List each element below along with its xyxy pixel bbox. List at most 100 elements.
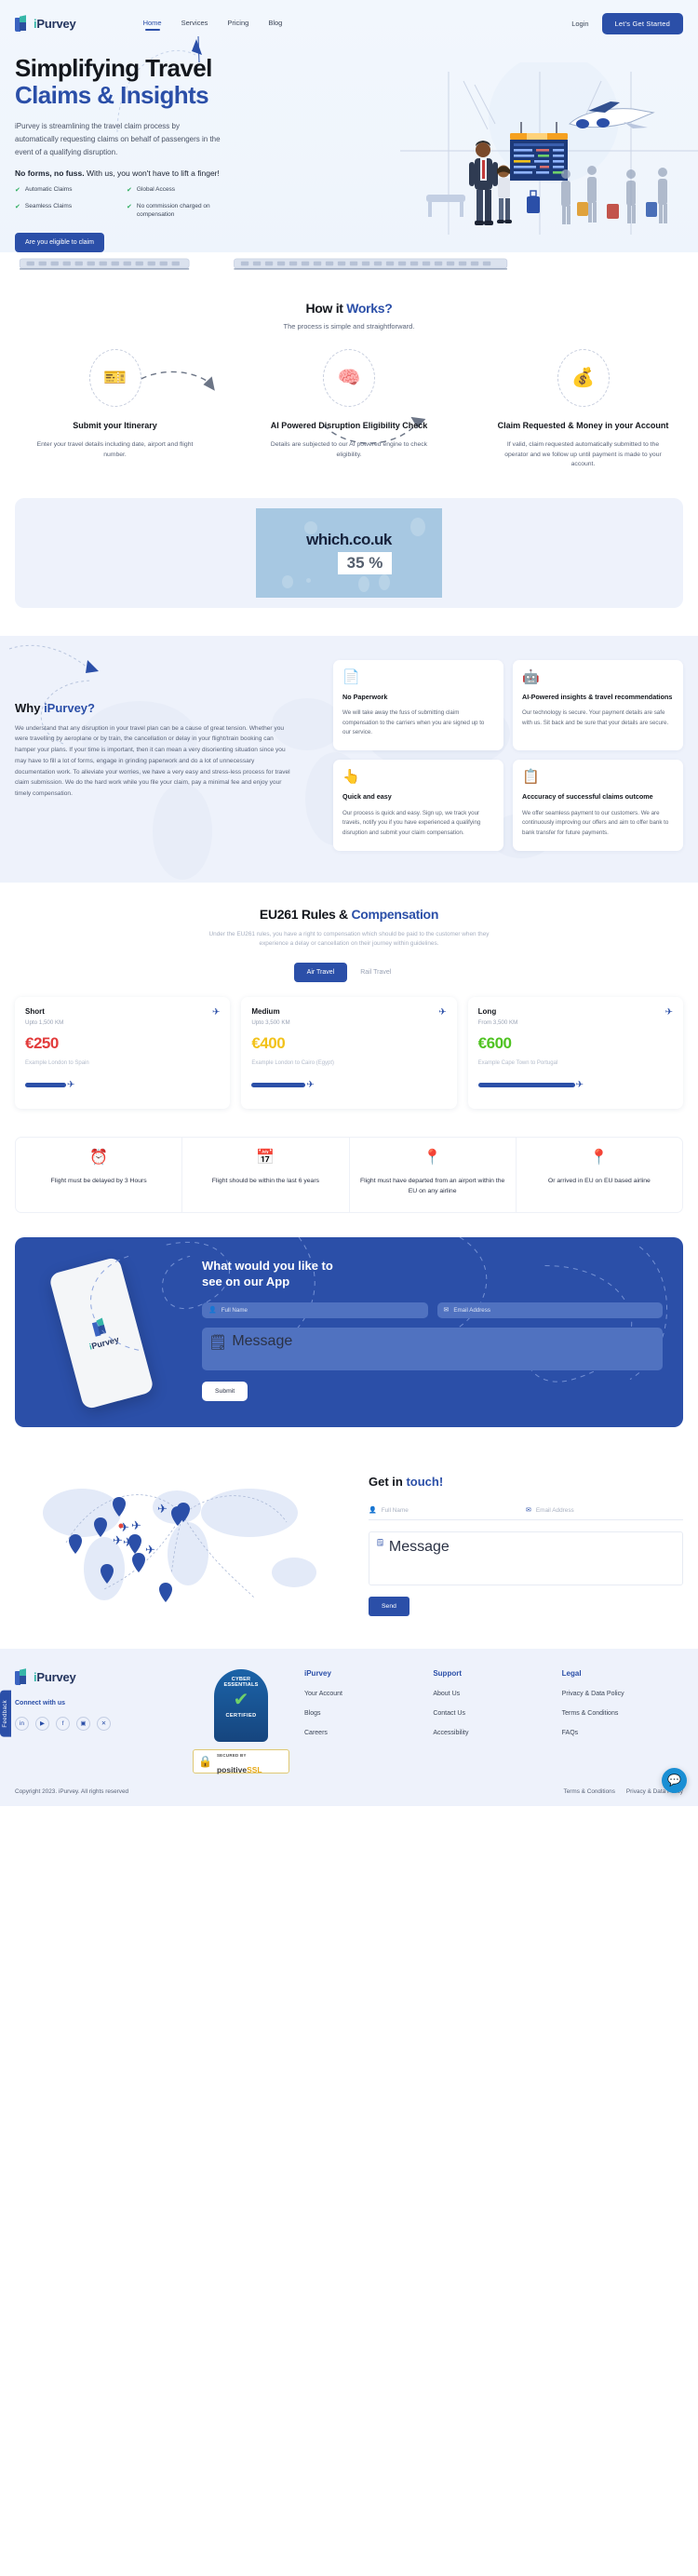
pointing-hand-icon: 👆 [342,769,360,786]
footer-link-faqs[interactable]: FAQs [562,1730,683,1736]
contact-name-field[interactable]: 👤 Full Name [369,1502,526,1520]
step-title: AI Powered Disruption Eligibility Check [270,421,428,430]
svg-text:✈: ✈ [157,1502,168,1516]
bottom-link-terms[interactable]: Terms & Conditions [564,1788,615,1795]
footer-link-privacy-policy[interactable]: Privacy & Data Policy [562,1691,683,1697]
footer-badges: CYBER ESSENTIALS ✔ CERTIFIED 🔒 SECURED B… [185,1668,297,1774]
app-heading-line1: What would you like to [202,1258,333,1273]
hero-feature-item: ✔ Seamless Claims [15,203,127,220]
bubble-decoration-icon [379,573,390,590]
compensation-cards: Short Upto 1,500 KM ✈ €250 Example Londo… [15,997,683,1109]
app-email-field[interactable]: ✉ Email Address [436,1301,663,1318]
price-distance: Upto 3,500 KM [251,1019,290,1027]
facebook-icon[interactable]: f [56,1716,70,1731]
stat-banner: which.co.uk 35 % [15,497,683,608]
check-icon: ✔ [127,187,132,195]
app-name-field[interactable]: 👤 Full Name [202,1301,428,1318]
stat-banner-wrapper: which.co.uk 35 % [0,494,698,636]
footer-link-accessibility[interactable]: Accessibility [433,1730,554,1736]
why-copy: Why iPurvey? We understand that any disr… [15,660,322,851]
why-card-title: Acccuracy of successful claims outcome [522,792,653,802]
step-icon-circle: 🎫 [88,349,141,407]
hero-title-line1: Simplifying Travel [15,54,212,82]
footer-link-blogs[interactable]: Blogs [304,1710,425,1717]
login-link[interactable]: Login [571,20,588,28]
cyber-badge-line2: ESSENTIALS [223,1682,259,1689]
nav-links: Home Services Pricing Blog [143,19,283,30]
app-submit-button[interactable]: Submit [202,1381,248,1401]
hero-feature-label: Global Access [136,186,176,194]
why-card: 👆 Quick and easy Our process is quick an… [333,760,503,851]
eu261-subtitle: Under the EU261 rules, you have a right … [208,930,490,948]
nav-item-home[interactable]: Home [143,19,162,30]
tab-rail-travel[interactable]: Rail Travel [347,963,404,982]
top-navigation: iPurvey Home Services Pricing Blog Login… [0,7,698,38]
footer-link-careers[interactable]: Careers [304,1730,425,1736]
why-card-desc: Our process is quick and easy. Sign up, … [342,809,481,836]
eligibility-button[interactable]: Are you eligible to claim [15,233,104,252]
footer-link-terms[interactable]: Terms & Conditions [562,1710,683,1717]
logo-mark-icon [15,1667,29,1685]
why-card-grid: 📄 No Paperwork We will take away the fus… [333,659,683,851]
envelope-icon: ✉ [526,1507,531,1515]
condition-text: Flight should be within the last 6 years [211,1177,319,1184]
app-message-placeholder: Message [232,1332,293,1349]
get-started-button[interactable]: Let's Get Started [601,13,683,34]
x-twitter-icon[interactable]: ✕ [97,1716,111,1731]
price-header: Long From 3,500 KM ✈ [478,1007,673,1026]
contact-section: ✈ ✈ ✈ ✈ ✈ ✈ Get in touch! 👤 Full Name ✉ Emai… [0,1451,698,1649]
contact-send-button[interactable]: Send [369,1596,409,1616]
contact-map-illustration: ✈ ✈ ✈ ✈ ✈ ✈ [15,1468,359,1617]
nav-item-blog[interactable]: Blog [268,19,282,30]
bubble-decoration-icon [282,574,293,588]
nav-item-pricing[interactable]: Pricing [227,19,248,30]
brand-logo[interactable]: iPurvey [15,15,76,32]
stat-banner-percent: 35 % [337,552,393,575]
stat-banner-title: which.co.uk [306,531,392,549]
train-icon-right [234,258,508,270]
how-it-works-title: How it Works? [15,301,683,316]
stat-banner-image: which.co.uk 35 % [256,507,442,598]
feedback-tab[interactable]: Feedback [0,1691,11,1737]
price-example: Example London to Cairo (Egypt) [251,1060,335,1067]
why-card-desc: We will take away the fuss of submitting… [342,709,485,736]
app-feedback-wrapper: iPurvey What would you like to see on ou… [0,1213,698,1451]
youtube-icon[interactable]: ▶ [35,1716,49,1731]
contact-email-field[interactable]: ✉ Email Address [526,1502,683,1520]
footer-brand-logo[interactable]: iPurvey [15,1667,178,1685]
hero-feature-item: ✔ No commission charged on compensation [127,203,238,220]
money-bag-icon: 💰 [571,368,595,388]
footer-column-ipurvey: iPurvey Your Account Blogs Careers [304,1669,425,1774]
chat-icon: 💬 [667,1774,681,1787]
app-feedback-heading: What would you like to see on our App [202,1258,663,1289]
footer-brand-column: iPurvey Connect with us in ▶ f ▣ ✕ [15,1667,178,1774]
chat-widget-button[interactable]: 💬 [662,1767,687,1793]
why-card: 🤖 AI-Powered insights & travel recommend… [513,659,683,751]
why-card-desc: Our technology is secure. Your payment d… [522,709,669,726]
linkedin-icon[interactable]: in [15,1716,29,1731]
why-card-desc: We offer seamless payment to our custome… [522,809,669,836]
hero-feature-label: Seamless Claims [24,203,73,210]
bubble-decoration-icon [358,575,369,592]
how-title-a: How it [305,301,347,316]
footer-brand-name: iPurvey [34,1669,76,1684]
user-icon: 👤 [369,1507,377,1515]
nav-item-services[interactable]: Services [181,19,208,30]
footer-link-your-account[interactable]: Your Account [304,1691,425,1697]
app-message-field[interactable]: 🗒 Message [202,1327,663,1370]
instagram-icon[interactable]: ▣ [76,1716,90,1731]
footer-column-heading: iPurvey [304,1668,331,1678]
contact-message-field[interactable]: 🗒 Message [369,1531,683,1585]
condition-text: Flight must be delayed by 3 Hours [50,1177,147,1184]
map-pin-plane-departure-icon: 📍 [423,1149,442,1166]
brand-name: iPurvey [34,17,76,31]
footer-link-about-us[interactable]: About Us [433,1691,554,1697]
footer-link-contact-us[interactable]: Contact Us [433,1710,554,1717]
why-title: Why iPurvey? [15,701,322,715]
tab-air-travel[interactable]: Air Travel [293,963,348,983]
why-title-b: iPurvey? [44,700,95,715]
copyright-bar: Copyright 2023. iPurvey. All rights rese… [0,1780,698,1806]
step-title: Claim Requested & Money in your Account [497,421,669,430]
ticket-icon: 🎫 [103,368,127,388]
compensation-card-short: Short Upto 1,500 KM ✈ €250 Example Londo… [15,997,231,1109]
